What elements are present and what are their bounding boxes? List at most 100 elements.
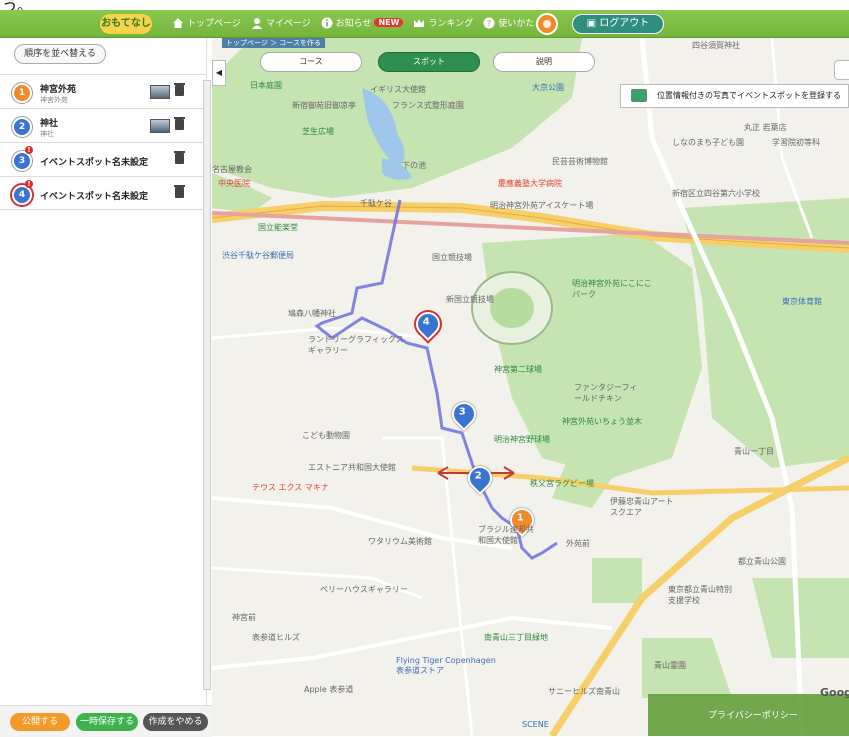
marker-number: 3 <box>458 406 466 418</box>
map-view[interactable]: トップページ ＞ コースを作る ◀ コース スポット 説明 位置情報付きの写真で… <box>212 38 849 736</box>
map-label: ベリーハウスギャラリー <box>320 585 408 594</box>
map-label: 南青山三丁目緑地 <box>484 633 548 642</box>
tab-course[interactable]: コース <box>260 52 362 72</box>
map-label: 丸正 若葉店 <box>744 123 787 132</box>
site-logo[interactable]: おもてなし <box>100 14 152 34</box>
nav-ranking[interactable]: ランキング <box>413 16 473 29</box>
cancel-creation-button[interactable]: 作成をやめる <box>143 713 208 731</box>
register-spot-by-photo-button[interactable]: 位置情報付きの写真でイベントスポットを登録する <box>620 84 849 108</box>
lock-icon: ▣ <box>586 18 600 29</box>
spot-item-2[interactable]: 2 神社 神社 <box>0 108 206 142</box>
map-label: 中央医院 <box>218 179 250 188</box>
map-label: 慶應義塾大学病院 <box>498 179 562 188</box>
nav-top-page[interactable]: トップページ <box>172 16 241 29</box>
spot-item-1[interactable]: 1 神宮外苑 神宮外苑 <box>0 74 206 108</box>
sort-order-button[interactable]: 順序を並べ替える <box>14 44 106 64</box>
spot-subtitle: 神宮外苑 <box>40 96 68 104</box>
logout-label: ログアウト <box>599 18 650 29</box>
tab-description[interactable]: 説明 <box>493 52 595 72</box>
spot-photo-thumbnail[interactable] <box>150 85 170 99</box>
marker-number: 2 <box>474 470 482 482</box>
map-label: ファンタジーフィールドチキン <box>574 383 638 403</box>
map-label: 神宮第二球場 <box>494 365 542 374</box>
trash-icon[interactable] <box>174 83 185 96</box>
spot-number-badge: 2 <box>12 117 32 137</box>
map-label: 表参道ヒルズ <box>252 633 300 642</box>
spot-name: イベントスポット名未設定 <box>40 158 149 168</box>
site-header: おもてなし トップページ マイページ お知らせ NEW ランキング ? 使いかた… <box>0 10 849 38</box>
nav-news-label: お知らせ <box>335 19 372 29</box>
map-label: 千駄ケ谷 <box>360 199 392 208</box>
map-label: 大京公園 <box>532 83 564 92</box>
svg-text:?: ? <box>487 19 491 28</box>
map-label: 明治神宮野球場 <box>494 435 550 444</box>
google-logo: Google <box>820 686 849 699</box>
compass-icon[interactable] <box>834 60 849 80</box>
map-label: 新国立競技場 <box>446 295 494 304</box>
user-avatar[interactable] <box>536 13 558 35</box>
map-label: Apple 表参道 <box>304 685 354 694</box>
sidebar-scrollbar[interactable] <box>203 80 211 690</box>
alert-icon: ! <box>25 146 33 154</box>
map-label: 芝生広場 <box>302 127 334 136</box>
trash-icon[interactable] <box>174 151 185 164</box>
map-label: 国立競技場 <box>432 253 472 262</box>
map-label: エストニア共和国大使館 <box>308 463 396 472</box>
action-bar: 公開する 一時保存する 作成をやめる <box>0 705 212 737</box>
spot-number-badge: 3 <box>12 151 32 171</box>
logout-button[interactable]: ▣ ログアウト <box>572 14 664 34</box>
map-label: フランス式整形庭園 <box>392 101 464 110</box>
spot-number-badge: 1 <box>12 83 32 103</box>
map-label: 神宮前 <box>232 613 256 622</box>
collapse-sidebar-button[interactable]: ◀ <box>212 60 226 86</box>
map-label: こども動物園 <box>302 431 350 440</box>
map-label: 鳩森八幡神社 <box>288 309 336 318</box>
spot-item-3[interactable]: 3 ! イベントスポット名未設定 <box>0 142 206 176</box>
map-label: 秩父宮ラグビー場 <box>530 479 594 488</box>
nav-how-to-label: 使いかた <box>498 19 535 29</box>
spot-item-4[interactable]: 4 ! イベントスポット名未設定 <box>0 176 206 210</box>
nav-news[interactable]: お知らせ NEW <box>321 16 404 29</box>
publish-button[interactable]: 公開する <box>10 713 70 731</box>
map-label: 学習院初等科 <box>772 138 820 147</box>
nav-top-page-label: トップページ <box>187 19 241 29</box>
map-label: 都立青山公園 <box>738 557 786 566</box>
map-label: 外苑前 <box>566 539 590 548</box>
crown-icon <box>414 18 425 27</box>
map-label: しなのまち子ども園 <box>672 138 744 147</box>
spot-number-badge: 4 <box>12 185 32 205</box>
nav-how-to[interactable]: ? 使いかた <box>483 16 534 29</box>
spot-sidebar: 順序を並べ替える 1 神宮外苑 神宮外苑 2 神社 神社 3 ! イベントスポッ… <box>0 38 207 736</box>
spot-name: 神宮外苑 <box>40 85 77 95</box>
map-label: ランドリーグラフィックスギャラリー <box>308 335 404 355</box>
map-label: 新宿御苑旧御凉亭 <box>292 101 356 110</box>
trash-icon[interactable] <box>174 185 185 198</box>
map-label: 渋谷千駄ケ谷郵便局 <box>222 251 294 260</box>
register-spot-label: 位置情報付きの写真でイベントスポットを登録する <box>657 91 841 100</box>
map-label: ワタリウム美術館 <box>368 537 432 546</box>
spot-subtitle: 神社 <box>40 130 54 138</box>
map-label: 下の池 <box>402 161 426 170</box>
nav-my-page-label: マイページ <box>265 19 311 29</box>
map-label: 東京都立青山特別支援学校 <box>668 585 732 605</box>
spot-name: イベントスポット名未設定 <box>40 192 149 202</box>
new-badge: NEW <box>374 18 404 27</box>
privacy-policy-link[interactable]: プライバシーポリシー <box>648 694 849 736</box>
nav-ranking-label: ランキング <box>428 19 474 29</box>
tab-spot[interactable]: スポット <box>378 52 480 72</box>
photo-icon <box>631 89 647 102</box>
map-label: 青山霊園 <box>654 661 686 670</box>
map-label: テウス エクス マキナ <box>252 483 329 492</box>
trash-icon[interactable] <box>174 117 185 130</box>
map-label: SCENE <box>522 720 549 729</box>
alert-icon: ! <box>25 180 33 188</box>
info-icon <box>321 17 333 28</box>
save-draft-button[interactable]: 一時保存する <box>76 713 138 731</box>
map-label: 伊藤忠青山アートスクエア <box>610 497 674 517</box>
top-strip: う。 <box>0 0 849 15</box>
spot-photo-thumbnail[interactable] <box>150 119 170 133</box>
nav-my-page[interactable]: マイページ <box>251 16 311 29</box>
map-label: 明治神宮外苑にこにこパーク <box>572 279 652 299</box>
breadcrumb[interactable]: トップページ ＞ コースを作る <box>222 38 325 48</box>
map-label: 青山一丁目 <box>734 447 774 456</box>
